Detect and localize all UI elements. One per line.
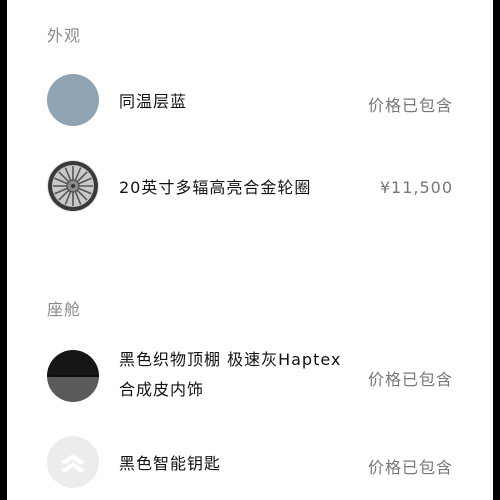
options-panel: 外观 同温层蓝 价格已包含 20英寸多辐高亮合金轮圈 ¥11,500 座舱 黑色… [7, 0, 493, 500]
option-name: 黑色智能钥匙 [119, 454, 222, 473]
wheel-icon [47, 160, 99, 212]
option-price: ¥11,500 [379, 178, 453, 197]
option-name: 同温层蓝 [119, 92, 188, 111]
paint-swatch-icon [47, 74, 99, 126]
section-title-cabin: 座舱 [47, 300, 82, 319]
option-price: 价格已包含 [367, 458, 453, 477]
option-name-line2: 合成皮内饰 [119, 380, 205, 399]
option-price: 价格已包含 [367, 96, 453, 115]
key-icon [47, 436, 99, 488]
option-name-line1: 黑色织物顶棚 极速灰Haptex [119, 350, 342, 369]
option-row-wheel[interactable]: 20英寸多辐高亮合金轮圈 ¥11,500 [7, 158, 493, 214]
option-price: 价格已包含 [367, 370, 453, 389]
option-row-interior[interactable]: 黑色织物顶棚 极速灰Haptex 合成皮内饰 价格已包含 [7, 346, 493, 408]
option-name: 20英寸多辐高亮合金轮圈 [119, 178, 312, 197]
section-title-exterior: 外观 [47, 26, 82, 45]
option-row-key[interactable]: 黑色智能钥匙 价格已包含 [7, 434, 493, 490]
option-row-paint[interactable]: 同温层蓝 价格已包含 [7, 72, 493, 128]
interior-swatch-icon [47, 350, 99, 402]
